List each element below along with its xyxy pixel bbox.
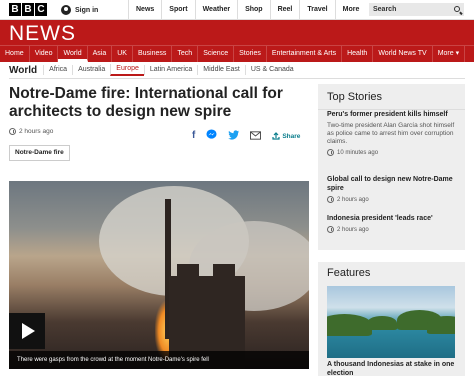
story-time-label: 2 hours ago (337, 196, 369, 203)
section-nav-world[interactable]: World (58, 46, 88, 62)
top-story-item[interactable]: Global call to design new Notre-Dame spi… (327, 175, 459, 203)
twitter-icon[interactable] (228, 127, 240, 145)
features-title: Features (327, 267, 371, 279)
top-story-item[interactable]: Peru's former president kills himself Tw… (327, 110, 459, 156)
top-bar: B B C Sign in News Sport Weather Shop Re… (0, 0, 474, 20)
features-panel: Features A thousand Indonesias at stake … (318, 262, 465, 378)
top-nav-travel[interactable]: Travel (299, 0, 334, 20)
section-nav-health[interactable]: Health (342, 46, 374, 62)
article-image: There were gasps from the crowd at the m… (9, 181, 309, 369)
section-nav-world-news-tv[interactable]: World News TV (373, 46, 433, 62)
story-time-label: 2 hours ago (337, 226, 369, 233)
image-caption: There were gasps from the crowd at the m… (9, 351, 309, 369)
top-nav: News Sport Weather Shop Reel Travel More (128, 0, 366, 20)
clock-icon (327, 149, 334, 156)
article-timestamp: 2 hours ago (19, 128, 54, 135)
search-icon[interactable] (454, 6, 460, 12)
island (427, 316, 455, 334)
search-placeholder: Search (373, 6, 397, 13)
bbc-logo[interactable]: B B C (9, 3, 47, 16)
play-button[interactable] (9, 313, 45, 349)
story-headline[interactable]: Indonesia president 'leads race' (327, 214, 459, 223)
top-nav-sport[interactable]: Sport (161, 0, 194, 20)
search-input[interactable]: Search (369, 3, 464, 16)
feature-headline[interactable]: A thousand Indonesias at stake in one el… (327, 360, 462, 378)
news-logo[interactable]: NEWS (9, 22, 76, 46)
story-time: 2 hours ago (327, 196, 459, 203)
section-nav-more-label: More (437, 50, 454, 57)
user-icon (61, 5, 71, 15)
top-story-item[interactable]: Indonesia president 'leads race' 2 hours… (327, 214, 459, 233)
top-stories-title: Top Stories (327, 91, 383, 103)
section-nav-entertainment[interactable]: Entertainment & Arts (267, 46, 343, 62)
section-nav-science[interactable]: Science (198, 46, 235, 62)
island (367, 316, 397, 330)
share-label: Share (282, 132, 301, 140)
facebook-icon[interactable]: f (192, 131, 195, 141)
story-time-label: 10 minutes ago (337, 149, 379, 156)
signin-label: Sign in (75, 6, 99, 14)
logo-letter: B (22, 3, 34, 16)
top-nav-reel[interactable]: Reel (269, 0, 300, 20)
section-nav-uk[interactable]: UK (112, 46, 133, 62)
article-meta: 2 hours ago (9, 128, 53, 135)
subnav-item-us-canada[interactable]: US & Canada (244, 65, 299, 75)
clock-icon (327, 196, 334, 203)
section-nav-tech[interactable]: Tech (172, 46, 199, 62)
signin-link[interactable]: Sign in (61, 3, 98, 17)
section-nav: Home Video World Asia UK Business Tech S… (0, 45, 474, 62)
top-nav-weather[interactable]: Weather (194, 0, 238, 20)
top-nav-shop[interactable]: Shop (237, 0, 270, 20)
top-stories-panel: Top Stories Peru's former president kill… (318, 84, 465, 250)
share-tools: f Share (192, 127, 300, 145)
subnav-item-africa[interactable]: Africa (43, 65, 72, 75)
section-nav-more[interactable]: More ▾ (433, 46, 466, 62)
share-button[interactable]: Share (272, 132, 300, 140)
feature-image[interactable] (327, 286, 455, 358)
world-subnav: World Africa Australia Europe Latin Amer… (9, 62, 465, 79)
island (327, 314, 372, 336)
subnav-item-middle-east[interactable]: Middle East (197, 65, 245, 75)
logo-letter: B (9, 3, 21, 16)
masthead: NEWS Home Video World Asia UK Business T… (0, 20, 474, 62)
subnav-item-australia[interactable]: Australia (72, 65, 110, 75)
article-headline: Notre-Dame fire: International call for … (9, 85, 283, 120)
subnav-item-latin-america[interactable]: Latin America (143, 65, 197, 75)
story-headline[interactable]: Peru's former president kills himself (327, 110, 459, 119)
clock-icon (9, 128, 16, 135)
section-nav-video[interactable]: Video (30, 46, 59, 62)
story-headline[interactable]: Global call to design new Notre-Dame spi… (327, 175, 459, 193)
section-nav-business[interactable]: Business (133, 46, 173, 62)
email-icon[interactable] (250, 127, 262, 145)
section-nav-stories[interactable]: Stories (234, 46, 267, 62)
section-nav-asia[interactable]: Asia (88, 46, 113, 62)
messenger-icon[interactable] (206, 127, 217, 145)
story-time: 2 hours ago (327, 226, 459, 233)
top-nav-news[interactable]: News (128, 0, 161, 20)
story-summary: Two-time president Alan García shot hims… (327, 122, 455, 145)
top-nav-more[interactable]: More (334, 0, 367, 20)
topic-tag[interactable]: Notre-Dame fire (9, 145, 70, 161)
subnav-section-title[interactable]: World (9, 65, 37, 76)
logo-letter: C (35, 3, 47, 16)
section-nav-home[interactable]: Home (0, 46, 30, 62)
clock-icon (327, 226, 334, 233)
subnav-item-europe[interactable]: Europe (110, 64, 144, 76)
story-time: 10 minutes ago (327, 149, 459, 156)
share-icon (272, 132, 280, 140)
chevron-down-icon: ▾ (455, 50, 460, 57)
